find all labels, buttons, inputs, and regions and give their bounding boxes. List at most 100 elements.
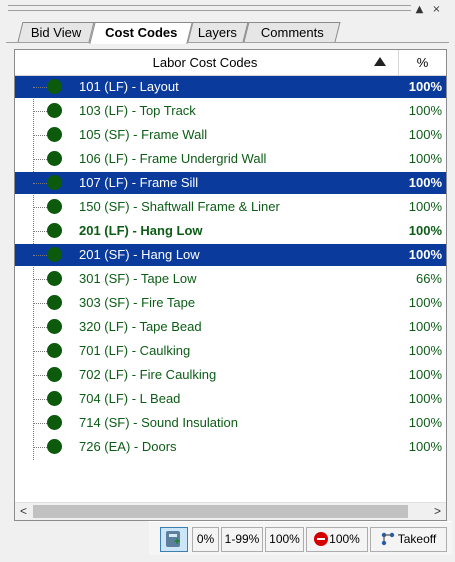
restore-icon[interactable]: ▲ [413, 3, 426, 16]
tree-branch-line [33, 375, 47, 376]
tree-branch-line [33, 159, 47, 160]
cost-code-row[interactable]: 106 (LF) - Frame Undergrid Wall 100% [15, 148, 446, 170]
cost-code-label: 201 (LF) - Hang Low [79, 223, 203, 238]
column-header: Labor Cost Codes % [15, 50, 446, 76]
header-labor-cost-codes[interactable]: Labor Cost Codes [15, 50, 395, 75]
cost-code-percent: 100% [408, 127, 442, 142]
tree-branch-line [33, 135, 47, 136]
cost-code-percent: 100% [408, 367, 442, 382]
green-circle-icon [47, 271, 62, 286]
cost-code-row[interactable]: 101 (LF) - Layout 100% [15, 76, 446, 98]
green-circle-icon [47, 247, 62, 262]
close-icon[interactable]: × [430, 3, 443, 16]
takeoff-icon [381, 532, 394, 546]
cost-code-label: 105 (SF) - Frame Wall [79, 127, 208, 142]
cost-code-row[interactable]: 107 (LF) - Frame Sill 100% [15, 172, 446, 194]
header-percent[interactable]: % [399, 50, 446, 75]
cost-code-row[interactable]: 103 (LF) - Top Track 100% [15, 100, 446, 122]
tree-branch-line [33, 255, 47, 256]
green-circle-icon [47, 151, 62, 166]
filter-100-percent-button[interactable]: 100% [265, 527, 304, 552]
cost-code-percent: 100% [408, 295, 442, 310]
tab-layers[interactable]: Layers [187, 22, 249, 42]
drag-grip[interactable] [8, 5, 411, 11]
cost-code-row[interactable]: 301 (SF) - Tape Low 66% [15, 268, 446, 290]
cost-code-percent: 100% [408, 319, 442, 334]
tree-branch-line [33, 423, 47, 424]
green-circle-icon [47, 223, 62, 238]
cost-code-label: 704 (LF) - L Bead [79, 391, 181, 406]
filter-partial-button[interactable]: 1-99% [221, 527, 263, 552]
cost-code-row[interactable]: 701 (LF) - Caulking 100% [15, 340, 446, 362]
cost-code-percent: 100% [408, 343, 442, 358]
cost-code-label: 201 (SF) - Hang Low [79, 247, 200, 262]
cost-code-label: 101 (LF) - Layout [79, 79, 179, 94]
green-circle-icon [47, 415, 62, 430]
tree-branch-line [33, 231, 47, 232]
cost-code-row[interactable]: 201 (LF) - Hang Low 100% [15, 220, 446, 242]
cost-code-percent: 100% [408, 223, 442, 238]
cost-code-percent: 100% [408, 103, 442, 118]
panel-title-bar: ▲ × [0, 0, 455, 20]
scroll-thumb[interactable] [33, 505, 408, 518]
plus-icon: + [174, 536, 181, 548]
takeoff-button[interactable]: Takeoff [370, 527, 447, 552]
cost-code-label: 103 (LF) - Top Track [79, 103, 196, 118]
green-circle-icon [47, 175, 62, 190]
stop-icon [314, 532, 329, 546]
cost-code-label: 320 (LF) - Tape Bead [79, 319, 202, 334]
tab-comments[interactable]: Comments [243, 22, 341, 42]
green-circle-icon [47, 319, 62, 334]
cost-code-label: 701 (LF) - Caulking [79, 343, 191, 358]
cost-code-label: 301 (SF) - Tape Low [79, 271, 197, 286]
tab-cost-codes[interactable]: Cost Codes [89, 22, 193, 44]
cost-code-percent: 100% [408, 151, 442, 166]
scroll-left-icon[interactable]: < [15, 503, 32, 520]
cost-code-percent: 100% [408, 79, 442, 94]
cost-code-label: 726 (EA) - Doors [79, 439, 177, 454]
cost-code-row[interactable]: 201 (SF) - Hang Low 100% [15, 244, 446, 266]
green-circle-icon [47, 367, 62, 382]
calculator-add-button[interactable]: + [160, 527, 188, 552]
cost-code-label: 303 (SF) - Fire Tape [79, 295, 196, 310]
green-circle-icon [47, 295, 62, 310]
cost-code-row[interactable]: 726 (EA) - Doors 100% [15, 436, 446, 458]
cost-code-percent: 100% [408, 199, 442, 214]
tab-bid-view[interactable]: Bid View [17, 22, 95, 42]
cost-code-percent: 66% [415, 271, 442, 286]
cost-code-percent: 100% [408, 439, 442, 454]
cost-code-row[interactable]: 704 (LF) - L Bead 100% [15, 388, 446, 410]
green-circle-icon [47, 439, 62, 454]
tree-branch-line [33, 279, 47, 280]
cost-code-percent: 100% [408, 415, 442, 430]
tree-branch-line [33, 111, 47, 112]
filter-toolbar: + 0% 1-99% 100% 100% Takeoff [149, 521, 452, 555]
green-circle-icon [47, 127, 62, 142]
cost-code-label: 714 (SF) - Sound Insulation [79, 415, 238, 430]
cost-code-row[interactable]: 105 (SF) - Frame Wall 100% [15, 124, 446, 146]
cost-code-row[interactable]: 702 (LF) - Fire Caulking 100% [15, 364, 446, 386]
cost-code-row[interactable]: 303 (SF) - Fire Tape 100% [15, 292, 446, 314]
tree-branch-line [33, 351, 47, 352]
cost-code-row[interactable]: 150 (SF) - Shaftwall Frame & Liner 100% [15, 196, 446, 218]
green-circle-icon [47, 199, 62, 214]
sort-ascending-icon[interactable] [374, 57, 386, 66]
cost-code-list[interactable]: Labor Cost Codes % 101 (LF) - Layout 100%… [14, 49, 447, 521]
cost-code-label: 150 (SF) - Shaftwall Frame & Liner [79, 199, 280, 214]
cost-code-row[interactable]: 714 (SF) - Sound Insulation 100% [15, 412, 446, 434]
tree-branch-line [33, 399, 47, 400]
cost-code-label: 106 (LF) - Frame Undergrid Wall [79, 151, 267, 166]
cost-code-label: 702 (LF) - Fire Caulking [79, 367, 217, 382]
scroll-right-icon[interactable]: > [429, 503, 446, 520]
tree-branch-line [33, 207, 47, 208]
green-circle-icon [47, 343, 62, 358]
cost-code-percent: 100% [408, 175, 442, 190]
tab-strip: Bid View Cost Codes Layers Comments [6, 22, 449, 44]
cost-code-percent: 100% [408, 247, 442, 262]
horizontal-scrollbar[interactable]: < > [15, 502, 446, 520]
filter-over-100-button[interactable]: 100% [306, 527, 368, 552]
cost-code-label: 107 (LF) - Frame Sill [79, 175, 199, 190]
cost-code-row[interactable]: 320 (LF) - Tape Bead 100% [15, 316, 446, 338]
green-circle-icon [47, 391, 62, 406]
filter-0-percent-button[interactable]: 0% [192, 527, 219, 552]
